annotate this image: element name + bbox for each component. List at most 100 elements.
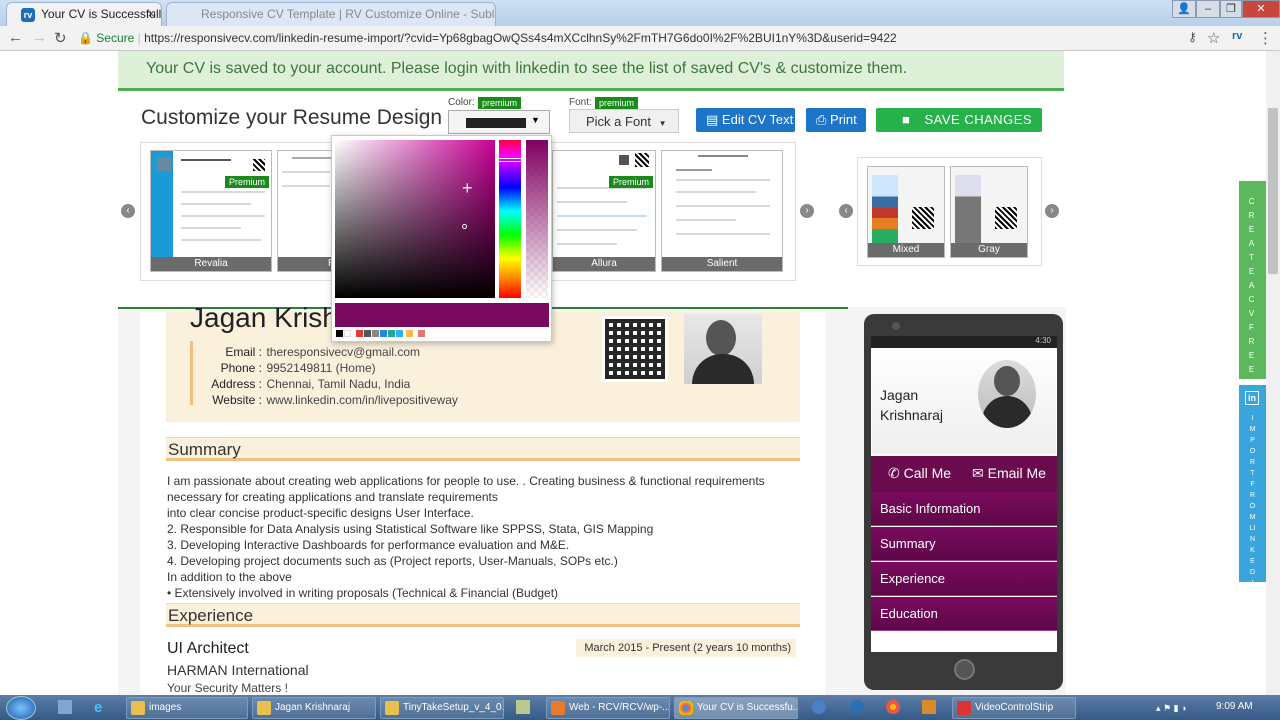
contact-label: Website : [212,393,262,407]
print-button[interactable]: ⎙ Print [806,108,866,132]
hue-slider-handle[interactable] [497,158,523,162]
alpha-slider[interactable] [526,140,548,298]
style-next-icon[interactable]: › [1045,204,1059,218]
close-tab-icon[interactable]: × [147,6,155,21]
app-icon-2[interactable] [850,700,864,714]
contact-label: Phone : [220,361,262,375]
palette-swatch[interactable] [364,330,371,337]
template-thumb-allura[interactable]: Premium Allura [552,150,656,272]
edit-cv-text-button[interactable]: ▤ Edit CV Text [696,108,795,132]
taskbar-item-web[interactable]: Web - RCV/RCV/wp-... [546,697,670,719]
taskbar-item-chrome[interactable]: Your CV is Successfu... [674,697,798,719]
palette-swatch[interactable] [356,330,363,337]
experience-heading: Experience [166,603,800,627]
minimize-button[interactable]: – [1196,0,1220,18]
template-thumb-revalia[interactable]: Premium Revalia [150,150,272,272]
user-icon[interactable]: 👤 [1172,0,1196,18]
notepad-icon[interactable] [516,700,530,714]
close-window-button[interactable]: ✕ [1242,0,1280,18]
style-prev-icon[interactable]: ‹ [839,204,853,218]
job-title: UI Architect [167,640,249,657]
carousel-next-icon[interactable]: › [800,204,814,218]
phone-menu-education[interactable]: Education [871,597,1057,631]
save-changes-button[interactable]: ■ SAVE CHANGES [876,108,1042,132]
palette-swatch[interactable] [380,330,387,337]
create-cv-free-ribbon[interactable]: CREATE A CV FREE [1239,181,1266,379]
phone-name: Jagan Krishnaraj [880,385,943,425]
summary-line: into clear concise product-specific desi… [167,506,474,520]
taskbar-item-jagan[interactable]: Jagan Krishnaraj [252,697,376,719]
ie-icon[interactable]: e [94,699,102,716]
chrome-pinned-icon[interactable] [886,700,900,714]
taskbar-item-tinytake[interactable]: TinyTakeSetup_v_4_0... [380,697,504,719]
call-me-button[interactable]: ✆ Call Me [888,465,951,482]
premium-badge: Premium [224,176,269,188]
company-tagline: Your Security Matters ! [167,681,288,695]
color-picker-button[interactable]: ▼ [448,110,550,134]
contact-email[interactable]: theresponsivecv@gmail.com [266,345,420,359]
phone-menu-summary[interactable]: Summary [871,527,1057,561]
template-name: Salient [662,257,782,271]
template-name: Revalia [151,257,271,271]
print-icon: ⎙ [816,112,827,127]
template-thumb-r[interactable]: R [277,150,333,272]
status-time: 4:30 [1035,336,1051,345]
folder-icon [385,701,399,715]
caret-down-icon: ▼ [658,119,667,128]
palette-swatch[interactable] [388,330,395,337]
qr-code-icon [602,316,668,382]
palette-swatch[interactable] [418,330,425,337]
scrollbar-thumb[interactable] [1268,108,1278,274]
key-icon[interactable]: ⚷ [1188,30,1197,44]
palette-swatch[interactable] [406,330,413,337]
taskbar-item-label: VideoControlStrip [975,702,1054,713]
email-me-button[interactable]: ✉ Email Me [972,465,1046,482]
palette-swatch[interactable] [372,330,379,337]
edit-icon: ▤ [706,112,719,127]
contact-website[interactable]: www.linkedin.com/in/livepositiveway [266,393,457,407]
start-button[interactable] [6,696,36,720]
palette-swatch[interactable] [336,330,343,337]
template-thumb-salient[interactable]: Salient [661,150,783,272]
site-favicon-icon: rv [21,8,35,22]
palette-swatch[interactable] [344,330,351,337]
hue-slider[interactable] [499,140,521,298]
app-icon-3[interactable] [922,700,936,714]
carousel-prev-icon[interactable]: ‹ [121,204,135,218]
edit-cv-text-label: Edit CV Text [721,112,794,127]
taskbar-item-videocontrol[interactable]: VideoControlStrip [952,697,1076,719]
maximize-button[interactable]: ❐ [1220,0,1242,18]
taskbar-item-images[interactable]: images [126,697,248,719]
summary-line: In addition to the above [167,570,292,584]
menu-kebab-icon[interactable]: ⋮ [1258,29,1273,47]
secure-label: Secure [96,31,135,45]
contact-block: Email : theresponsivecv@gmail.com Phone … [192,343,458,407]
back-icon[interactable]: ← [8,29,23,46]
phone-camera-icon [892,322,900,330]
app-icon-1[interactable] [812,700,826,714]
save-changes-label: SAVE CHANGES [924,112,1033,127]
phone-last-name: Krishnaraj [880,407,944,423]
color-selector-handle[interactable] [462,224,467,229]
import-linkedin-ribbon[interactable]: in IMPORT FROM LINKEDIN [1239,385,1266,598]
url-field[interactable]: 🔒 Secure | https://responsivecv.com/link… [78,28,1198,48]
phone-menu-basic-info[interactable]: Basic Information [871,492,1057,526]
saturation-value-area[interactable] [335,140,495,298]
premium-badge: Premium [608,176,653,188]
palette-swatch[interactable] [396,330,403,337]
reload-icon[interactable]: ↻ [54,29,67,47]
tab-active[interactable]: rv Your CV is Successfully In × [6,2,162,26]
pick-font-button[interactable]: Pick a Font ▼ [569,109,679,133]
phone-menu-experience[interactable]: Experience [871,562,1057,596]
summary-line: • Extensively involved in writing propos… [167,586,559,600]
style-thumb-gray[interactable]: Gray [950,166,1028,258]
tray-icons[interactable]: ▴ ⚑ ▮ ◑ [1156,703,1186,714]
email-me-label: Email Me [987,465,1046,481]
tab-background[interactable]: Responsive CV Template | RV Customize On… [166,2,496,26]
bookmark-star-icon[interactable]: ☆ [1207,29,1220,47]
url-text: https://responsivecv.com/linkedin-resume… [144,31,897,45]
explorer-icon[interactable] [58,700,72,714]
forward-icon[interactable]: → [32,29,47,46]
style-thumb-mixed[interactable]: Mixed [867,166,945,258]
extension-icon[interactable]: rv [1232,30,1242,42]
